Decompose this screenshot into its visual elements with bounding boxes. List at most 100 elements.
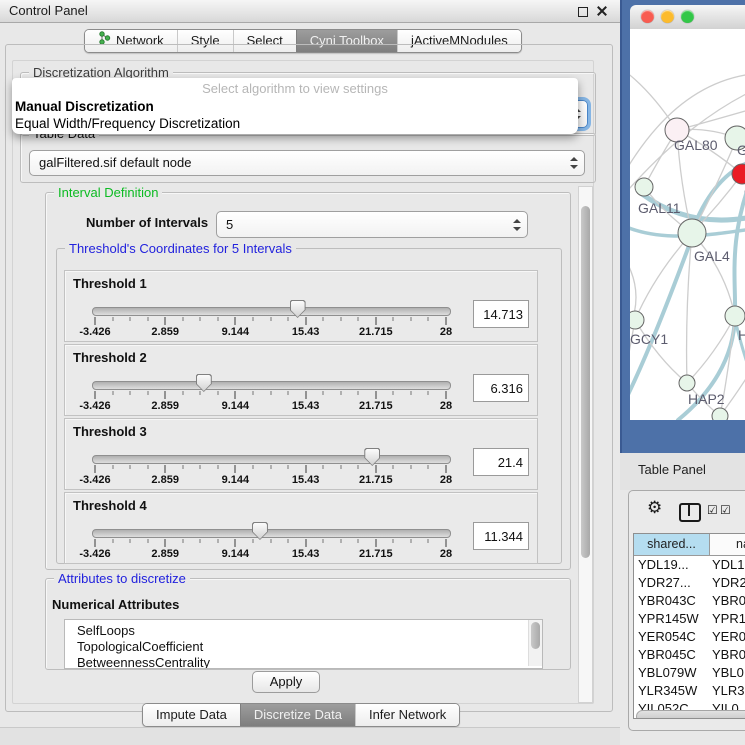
cell-name: YDL1	[712, 556, 745, 574]
threshold-value-field[interactable]: 11.344	[473, 522, 529, 550]
table-panel-title: Table Panel	[638, 462, 706, 477]
attribute-item-topologicalcoefficient[interactable]: TopologicalCoefficient	[65, 639, 542, 655]
cell-shared-name: YBR043C	[638, 592, 696, 610]
network-canvas[interactable]: GAL80GCGAL11GAL4GCY1HHAP2	[630, 29, 745, 420]
threshold-value-field[interactable]: 21.4	[473, 448, 529, 476]
threshold-panel-1: Threshold 1-3.4262.8599.14415.4321.71528…	[64, 270, 538, 342]
tab-discretize-data[interactable]: Discretize Data	[240, 704, 355, 726]
attributes-title: Attributes to discretize	[54, 571, 190, 586]
column-header-shared-name[interactable]: shared...	[634, 534, 710, 555]
network-edge[interactable]	[635, 320, 687, 383]
apply-button[interactable]: Apply	[252, 671, 320, 693]
number-of-intervals-label: Number of Intervals	[86, 215, 208, 230]
attributes-scrollbar-thumb[interactable]	[531, 622, 540, 649]
table-row[interactable]: YER054C YER0	[634, 628, 745, 646]
cell-shared-name: YPR145W	[638, 610, 699, 628]
algorithm-dropdown-popup: Select algorithm to view settings Manual…	[12, 78, 578, 134]
zoom-traffic-light-icon[interactable]	[681, 10, 694, 23]
node-table[interactable]: shared... na YDL19...YDL1YDR27...YDR2YBR…	[633, 533, 745, 719]
table-row[interactable]: YBL079W YBL0	[634, 664, 745, 682]
network-node-node-h[interactable]	[725, 306, 745, 326]
control-panel-titlebar: Control Panel	[0, 0, 620, 23]
cell-shared-name: YDR27...	[638, 574, 691, 592]
threshold-value-field[interactable]: 6.316	[473, 374, 529, 402]
threshold-panel-3: Threshold 3-3.4262.8599.14415.4321.71528…	[64, 418, 538, 490]
checkbox-icon[interactable]: ☑	[720, 503, 731, 517]
node-label-gal11: GAL11	[638, 200, 681, 216]
attribute-item-selfloops[interactable]: SelfLoops	[65, 620, 542, 639]
network-node-hap2[interactable]	[679, 375, 695, 391]
network-node-gcy1[interactable]	[630, 311, 644, 329]
slider-span	[95, 493, 446, 563]
table-panel-header: Table Panel	[620, 453, 745, 490]
interval-definition-title: Interval Definition	[54, 185, 162, 200]
node-label-g: G	[737, 142, 745, 158]
attributes-scrollbar[interactable]	[528, 620, 542, 666]
table-row[interactable]: YLR345WYLR3	[634, 682, 745, 700]
main-scrollbar-thumb[interactable]	[581, 206, 590, 558]
main-scrollbar[interactable]	[578, 186, 593, 703]
dropdown-prompt: Select algorithm to view settings	[12, 81, 578, 96]
threshold-value-field[interactable]: 14.713	[473, 300, 529, 328]
cell-name: YPR1	[712, 610, 745, 628]
close-traffic-light-icon[interactable]	[641, 10, 654, 23]
table-header-row: shared... na	[634, 534, 745, 556]
cell-shared-name: YER054C	[638, 628, 696, 646]
table-horizontal-scrollbar[interactable]	[636, 710, 745, 719]
cell-name: YDR2	[712, 574, 745, 592]
cell-shared-name: YBL079W	[638, 664, 697, 682]
numerical-attributes-label: Numerical Attributes	[52, 597, 179, 612]
close-icon[interactable]	[597, 6, 607, 16]
combo-spinner-icon	[570, 157, 578, 169]
interval-definition-group: Interval Definition Number of Intervals …	[45, 192, 571, 570]
float-icon[interactable]	[578, 7, 588, 17]
slider-thumb[interactable]	[252, 522, 268, 540]
node-label-hap2: HAP2	[688, 391, 725, 407]
attribute-item-betweennesscentrality[interactable]: BetweennessCentrality	[65, 655, 542, 669]
tab-label: Infer Network	[369, 704, 446, 726]
cell-name: YER0	[712, 628, 745, 646]
attribute-items: SelfLoopsTopologicalCoefficientBetweenne…	[65, 620, 542, 669]
dropdown-option-equal-width-frequency-discretization[interactable]: Equal Width/Frequency Discretization	[15, 116, 240, 131]
gear-icon[interactable]: ⚙	[647, 498, 662, 518]
number-of-intervals-combobox[interactable]: 5	[216, 211, 528, 238]
threshold-panel-4: Threshold 4-3.4262.8599.14415.4321.71528…	[64, 492, 538, 564]
slider-thumb[interactable]	[196, 374, 212, 392]
slider-thumb[interactable]	[290, 300, 306, 318]
table-row[interactable]: YDR27... YDR2	[634, 574, 745, 592]
cell-name: YLR3	[712, 682, 745, 700]
network-window-titlebar	[630, 5, 745, 30]
threshold-coordinates-title: Threshold's Coordinates for 5 Intervals	[65, 241, 296, 256]
combo-spinner-icon	[513, 219, 521, 231]
network-node-gal11[interactable]	[635, 178, 653, 196]
network-window-frame: GAL80GCGAL11GAL4GCY1HHAP2	[620, 0, 745, 453]
network-node-node-bottom[interactable]	[712, 408, 728, 420]
network-node-gal4[interactable]	[678, 219, 706, 247]
table-data-value: galFiltered.sif default node	[39, 151, 191, 175]
split-columns-icon[interactable]	[679, 503, 701, 522]
table-row[interactable]: YPR145W YPR1	[634, 610, 745, 628]
dropdown-option-manual-discretization[interactable]: Manual Discretization	[15, 99, 154, 114]
cell-shared-name: YDL19...	[638, 556, 689, 574]
table-data-combobox[interactable]: galFiltered.sif default node	[29, 150, 585, 176]
tab-impute-data[interactable]: Impute Data	[143, 704, 240, 726]
numerical-attributes-list[interactable]: SelfLoopsTopologicalCoefficientBetweenne…	[64, 619, 543, 669]
table-row[interactable]: YBR045C YBR0	[634, 646, 745, 664]
cell-name: YBL0	[712, 664, 744, 682]
cell-name: YBR0	[712, 646, 745, 664]
minimize-traffic-light-icon[interactable]	[661, 10, 674, 23]
cell-shared-name: YBR045C	[638, 646, 696, 664]
node-label-h: H	[738, 327, 745, 343]
checkbox-icon[interactable]: ☑	[707, 503, 718, 517]
slider-span	[95, 419, 446, 489]
number-of-intervals-value: 5	[226, 212, 233, 237]
table-row[interactable]: YBR043CYBR0	[634, 592, 745, 610]
slider-thumb[interactable]	[364, 448, 380, 466]
node-label-gal4: GAL4	[694, 248, 730, 264]
node-label-gal80: GAL80	[674, 137, 718, 153]
column-header-name[interactable]: na	[736, 534, 745, 555]
table-row[interactable]: YDL19... YDL1	[634, 556, 745, 574]
attributes-group: Attributes to discretize Numerical Attri…	[45, 578, 571, 670]
tab-infer-network[interactable]: Infer Network	[355, 704, 459, 726]
tab-label: Impute Data	[156, 704, 227, 726]
